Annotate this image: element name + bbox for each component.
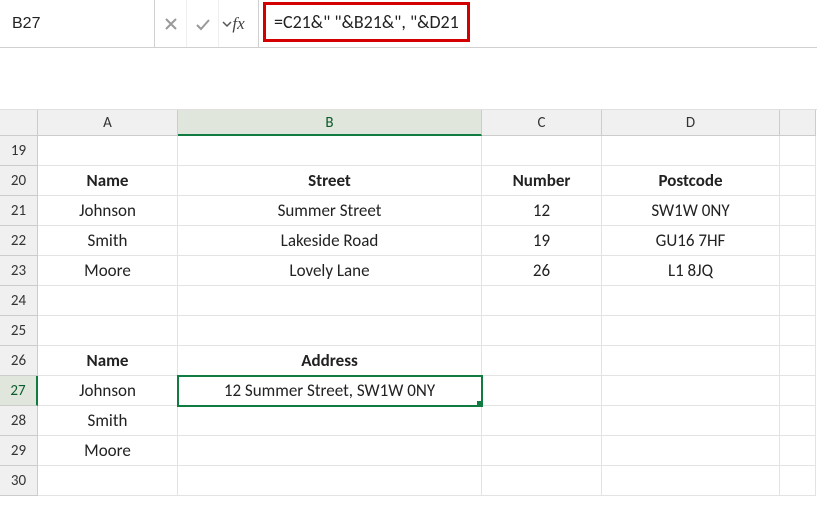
cell[interactable]	[602, 316, 780, 346]
cell[interactable]	[178, 406, 482, 436]
row-header[interactable]: 25	[0, 316, 38, 346]
col-header-D[interactable]: D	[602, 110, 780, 136]
cell[interactable]: Summer Street	[178, 196, 482, 226]
row-header[interactable]: 22	[0, 226, 38, 256]
cell[interactable]	[178, 286, 482, 316]
cell[interactable]	[780, 136, 816, 166]
cell[interactable]	[178, 436, 482, 466]
row-header[interactable]: 23	[0, 256, 38, 286]
cell[interactable]	[482, 436, 602, 466]
cell[interactable]	[38, 286, 178, 316]
cell[interactable]	[482, 466, 602, 496]
cell[interactable]	[482, 346, 602, 376]
row-header[interactable]: 19	[0, 136, 38, 166]
cell[interactable]: Lovely Lane	[178, 256, 482, 286]
cell-header-number[interactable]: Number	[482, 166, 602, 196]
col-header-B[interactable]: B	[178, 110, 482, 136]
cell[interactable]	[482, 376, 602, 406]
cell[interactable]: Lakeside Road	[178, 226, 482, 256]
cell[interactable]	[602, 136, 780, 166]
ribbon-gap	[0, 48, 817, 110]
cell-active-B27[interactable]: 12 Summer Street, SW1W 0NY	[178, 376, 482, 406]
cell[interactable]	[780, 346, 816, 376]
name-box-container	[0, 0, 155, 47]
cell[interactable]	[178, 136, 482, 166]
cell[interactable]	[482, 316, 602, 346]
select-all-corner[interactable]	[0, 110, 38, 136]
cell[interactable]	[780, 466, 816, 496]
cell[interactable]	[780, 226, 816, 256]
row-header[interactable]: 21	[0, 196, 38, 226]
cell[interactable]	[178, 316, 482, 346]
cell[interactable]: SW1W 0NY	[602, 196, 780, 226]
cell[interactable]	[602, 466, 780, 496]
row-header[interactable]: 30	[0, 466, 38, 496]
cell[interactable]: L1 8JQ	[602, 256, 780, 286]
cell[interactable]	[602, 436, 780, 466]
spreadsheet-grid[interactable]: A B C D 19 20 Name Street Number Postcod…	[0, 110, 817, 496]
cell[interactable]: 26	[482, 256, 602, 286]
cell[interactable]: Moore	[38, 436, 178, 466]
cell[interactable]	[780, 316, 816, 346]
cell[interactable]: Johnson	[38, 376, 178, 406]
row-header[interactable]: 24	[0, 286, 38, 316]
cell-header-address[interactable]: Address	[178, 346, 482, 376]
cell[interactable]	[482, 136, 602, 166]
formula-cancel-button[interactable]	[155, 0, 187, 47]
cell[interactable]	[780, 376, 816, 406]
row-header[interactable]: 20	[0, 166, 38, 196]
cell[interactable]	[38, 466, 178, 496]
row-header[interactable]: 28	[0, 406, 38, 436]
cell[interactable]	[602, 376, 780, 406]
cell-header-name[interactable]: Name	[38, 166, 178, 196]
row-header[interactable]: 27	[0, 376, 38, 406]
formula-input-highlighted[interactable]: =C21&" "&B21&", "&D21	[263, 2, 470, 42]
cell[interactable]	[38, 316, 178, 346]
cell-header-street[interactable]: Street	[178, 166, 482, 196]
cell[interactable]	[780, 406, 816, 436]
formula-bar: fx =C21&" "&B21&", "&D21	[0, 0, 817, 48]
cell[interactable]	[602, 346, 780, 376]
cell[interactable]: Smith	[38, 406, 178, 436]
col-header-C[interactable]: C	[482, 110, 602, 136]
cell[interactable]	[178, 466, 482, 496]
cell[interactable]	[482, 406, 602, 436]
cell[interactable]: Smith	[38, 226, 178, 256]
cell[interactable]	[38, 136, 178, 166]
formula-input-wrap[interactable]: =C21&" "&B21&", "&D21	[259, 0, 817, 47]
cell[interactable]	[482, 286, 602, 316]
row-header[interactable]: 26	[0, 346, 38, 376]
cell-header-name2[interactable]: Name	[38, 346, 178, 376]
cell[interactable]	[780, 256, 816, 286]
cell[interactable]	[780, 196, 816, 226]
col-header-E[interactable]	[780, 110, 816, 136]
col-header-A[interactable]: A	[38, 110, 178, 136]
formula-enter-button[interactable]	[187, 0, 219, 47]
cell[interactable]	[780, 436, 816, 466]
cell[interactable]: Moore	[38, 256, 178, 286]
row-header[interactable]: 29	[0, 436, 38, 466]
cell-header-postcode[interactable]: Postcode	[602, 166, 780, 196]
cell[interactable]	[602, 406, 780, 436]
cell[interactable]: 19	[482, 226, 602, 256]
insert-function-button[interactable]: fx	[219, 0, 259, 47]
cell[interactable]	[602, 286, 780, 316]
cell[interactable]: GU16 7HF	[602, 226, 780, 256]
cell[interactable]	[780, 286, 816, 316]
cell[interactable]: 12	[482, 196, 602, 226]
cell[interactable]: Johnson	[38, 196, 178, 226]
cell[interactable]	[780, 166, 816, 196]
